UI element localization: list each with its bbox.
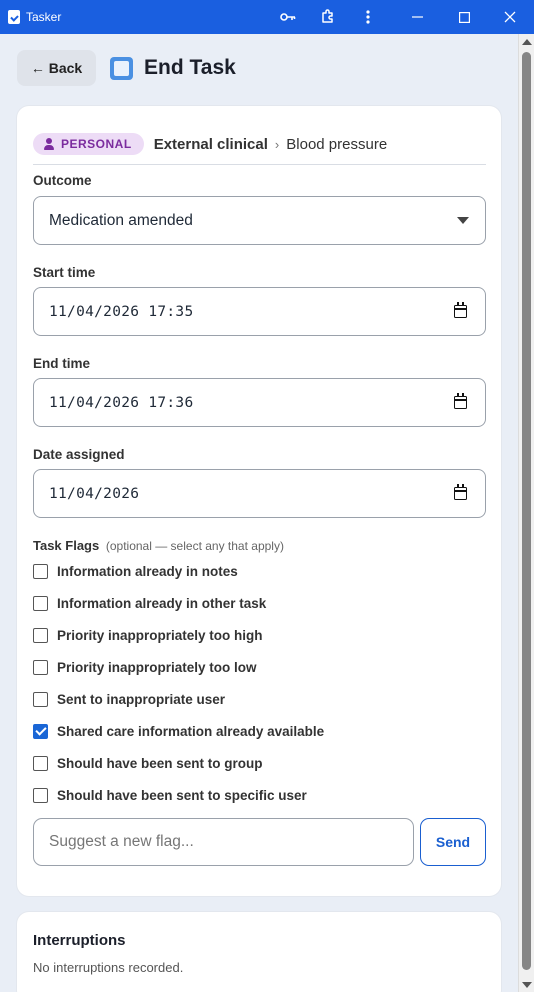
- window-titlebar: Tasker: [0, 0, 534, 34]
- interruptions-title: Interruptions: [33, 932, 126, 949]
- start-time-input[interactable]: 11/04/2026 17:35: [33, 287, 486, 336]
- flag-checkbox[interactable]: [33, 563, 48, 579]
- person-icon: [43, 138, 55, 150]
- back-button[interactable]: ← Back: [17, 50, 96, 86]
- outcome-value: Medication amended: [49, 211, 193, 229]
- extension-icon[interactable]: [310, 0, 346, 34]
- flag-item[interactable]: Information already in other task: [33, 594, 266, 612]
- divider: [33, 164, 486, 165]
- end-task-card: PERSONAL External clinical › Blood press…: [17, 106, 501, 896]
- scrollbar[interactable]: [518, 34, 534, 992]
- scrollbar-thumb[interactable]: [522, 52, 531, 970]
- flag-checkbox[interactable]: [33, 787, 48, 803]
- personal-badge: PERSONAL: [33, 133, 144, 155]
- flag-checkbox[interactable]: [33, 755, 48, 771]
- flag-label: Sent to inappropriate user: [57, 691, 226, 707]
- flag-checkbox[interactable]: [33, 659, 48, 675]
- flag-label: Priority inappropriately too low: [57, 659, 257, 675]
- flag-checkbox[interactable]: [33, 691, 48, 707]
- flag-item[interactable]: Priority inappropriately too low: [33, 658, 257, 676]
- scroll-down-icon[interactable]: [522, 982, 532, 988]
- task-flags-optional: (optional — select any that apply): [105, 539, 284, 553]
- breadcrumb: PERSONAL External clinical › Blood press…: [33, 133, 387, 155]
- maximize-icon[interactable]: [446, 0, 482, 34]
- end-time-value: 11/04/2026 17:36: [49, 394, 194, 411]
- calendar-icon[interactable]: [454, 393, 467, 409]
- date-assigned-input[interactable]: 11/04/2026: [33, 469, 486, 518]
- task-flags-heading: Task Flags (optional — select any that a…: [33, 538, 284, 553]
- flag-checkbox[interactable]: [33, 595, 48, 611]
- chevron-down-icon: [457, 217, 469, 224]
- badge-label: PERSONAL: [61, 137, 132, 151]
- outcome-select[interactable]: Medication amended: [33, 196, 486, 245]
- date-assigned-label: Date assigned: [33, 447, 125, 462]
- send-button[interactable]: Send: [420, 818, 486, 866]
- more-vert-icon[interactable]: [350, 0, 386, 34]
- flag-item[interactable]: Priority inappropriately too high: [33, 626, 263, 644]
- calendar-icon[interactable]: [454, 302, 467, 318]
- flag-label: Should have been sent to specific user: [57, 787, 307, 803]
- flag-item[interactable]: Shared care information already availabl…: [33, 722, 324, 740]
- flag-label: Should have been sent to group: [57, 755, 263, 771]
- app-icon: [8, 10, 20, 24]
- flag-item[interactable]: Should have been sent to group: [33, 754, 263, 772]
- flag-item[interactable]: Information already in notes: [33, 562, 238, 580]
- page-title: End Task: [144, 56, 236, 79]
- breadcrumb-separator: ›: [274, 136, 280, 152]
- date-assigned-value: 11/04/2026: [49, 485, 140, 502]
- suggest-flag-input[interactable]: [33, 818, 414, 866]
- flag-label: Information already in other task: [57, 595, 267, 611]
- calendar-icon[interactable]: [454, 484, 467, 500]
- end-time-input[interactable]: 11/04/2026 17:36: [33, 378, 486, 427]
- start-time-label: Start time: [33, 265, 96, 280]
- breadcrumb-category: External clinical: [153, 135, 268, 153]
- key-icon[interactable]: [270, 0, 306, 34]
- flag-label: Information already in notes: [57, 563, 238, 579]
- minimize-icon[interactable]: [400, 0, 436, 34]
- flag-checkbox[interactable]: [33, 627, 48, 643]
- end-time-label: End time: [33, 356, 91, 371]
- flag-label: Shared care information already availabl…: [57, 723, 325, 739]
- task-flags-label: Task Flags: [33, 538, 100, 553]
- flag-item[interactable]: Should have been sent to specific user: [33, 786, 307, 804]
- window-title: Tasker: [26, 10, 62, 24]
- task-icon: [110, 56, 133, 80]
- flag-label: Priority inappropriately too high: [57, 627, 263, 643]
- flag-item[interactable]: Sent to inappropriate user: [33, 690, 225, 708]
- page-header: End Task: [110, 56, 236, 80]
- outcome-label: Outcome: [33, 173, 92, 188]
- scroll-up-icon[interactable]: [522, 39, 532, 45]
- page-content: ← Back End Task PERSONAL External clinic…: [0, 34, 518, 992]
- breadcrumb-task: Blood pressure: [286, 135, 388, 153]
- flag-checkbox[interactable]: [33, 723, 48, 739]
- interruptions-empty: No interruptions recorded.: [33, 960, 184, 975]
- interruptions-card: Interruptions No interruptions recorded.: [17, 912, 501, 992]
- close-icon[interactable]: [492, 0, 528, 34]
- start-time-value: 11/04/2026 17:35: [49, 303, 194, 320]
